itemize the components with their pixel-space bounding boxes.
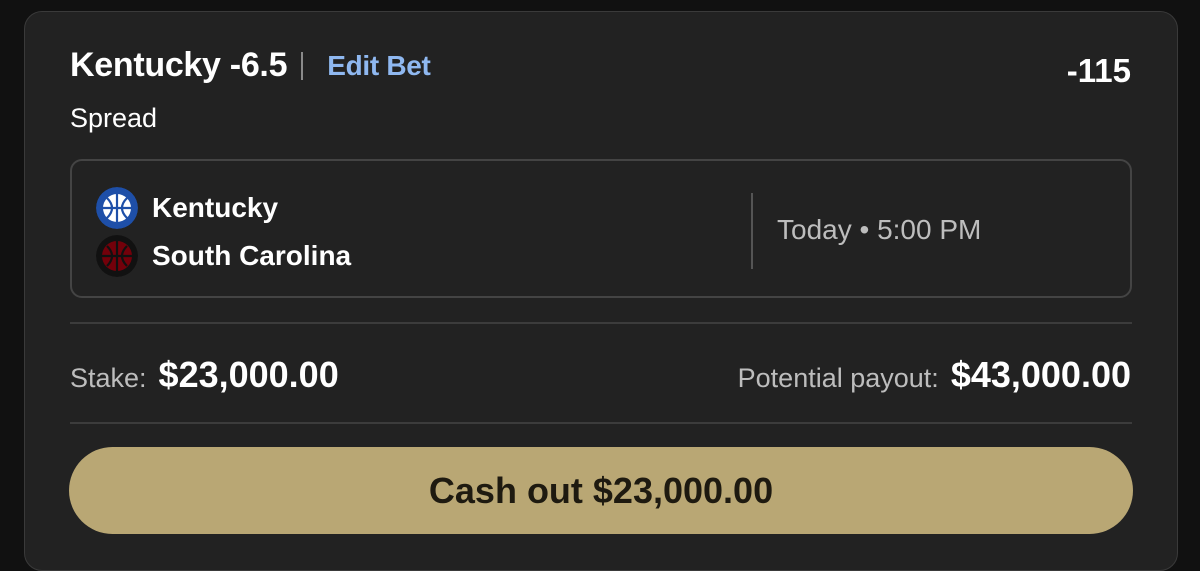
divider <box>70 422 1132 424</box>
stake-value: $23,000.00 <box>158 354 339 395</box>
south-carolina-basketball-logo-icon <box>96 235 138 277</box>
team-row-kentucky: Kentucky <box>96 187 278 229</box>
bet-type: Spread <box>70 103 158 133</box>
matchup-box[interactable]: Kentucky South Carolina Today • 5:00 PM <box>70 159 1132 298</box>
kentucky-basketball-logo-icon <box>96 187 138 229</box>
payout-value: $43,000.00 <box>950 354 1131 395</box>
bet-card: Kentucky -6.5 Edit Bet -115 Spread Kentu… <box>24 11 1178 571</box>
cash-out-button[interactable]: Cash out $23,000.00 <box>69 447 1133 534</box>
stake-row: Stake: $23,000.00 <box>70 354 339 396</box>
game-time: Today • 5:00 PM <box>777 214 982 245</box>
team-row-south-carolina: South Carolina <box>96 235 351 277</box>
bet-title: Kentucky -6.5 <box>70 46 288 84</box>
team-name: Kentucky <box>152 192 279 223</box>
divider <box>70 322 1132 324</box>
team-name: South Carolina <box>152 240 352 271</box>
payout-row: Potential payout: $43,000.00 <box>738 354 1131 396</box>
title-divider <box>301 51 304 80</box>
matchup-divider <box>751 193 753 269</box>
stake-label: Stake: <box>70 363 147 393</box>
bet-header: Kentucky -6.5 Edit Bet <box>70 46 431 85</box>
payout-label: Potential payout: <box>737 363 939 393</box>
edit-bet-link[interactable]: Edit Bet <box>327 50 431 82</box>
bet-odds: -115 <box>1066 52 1131 89</box>
